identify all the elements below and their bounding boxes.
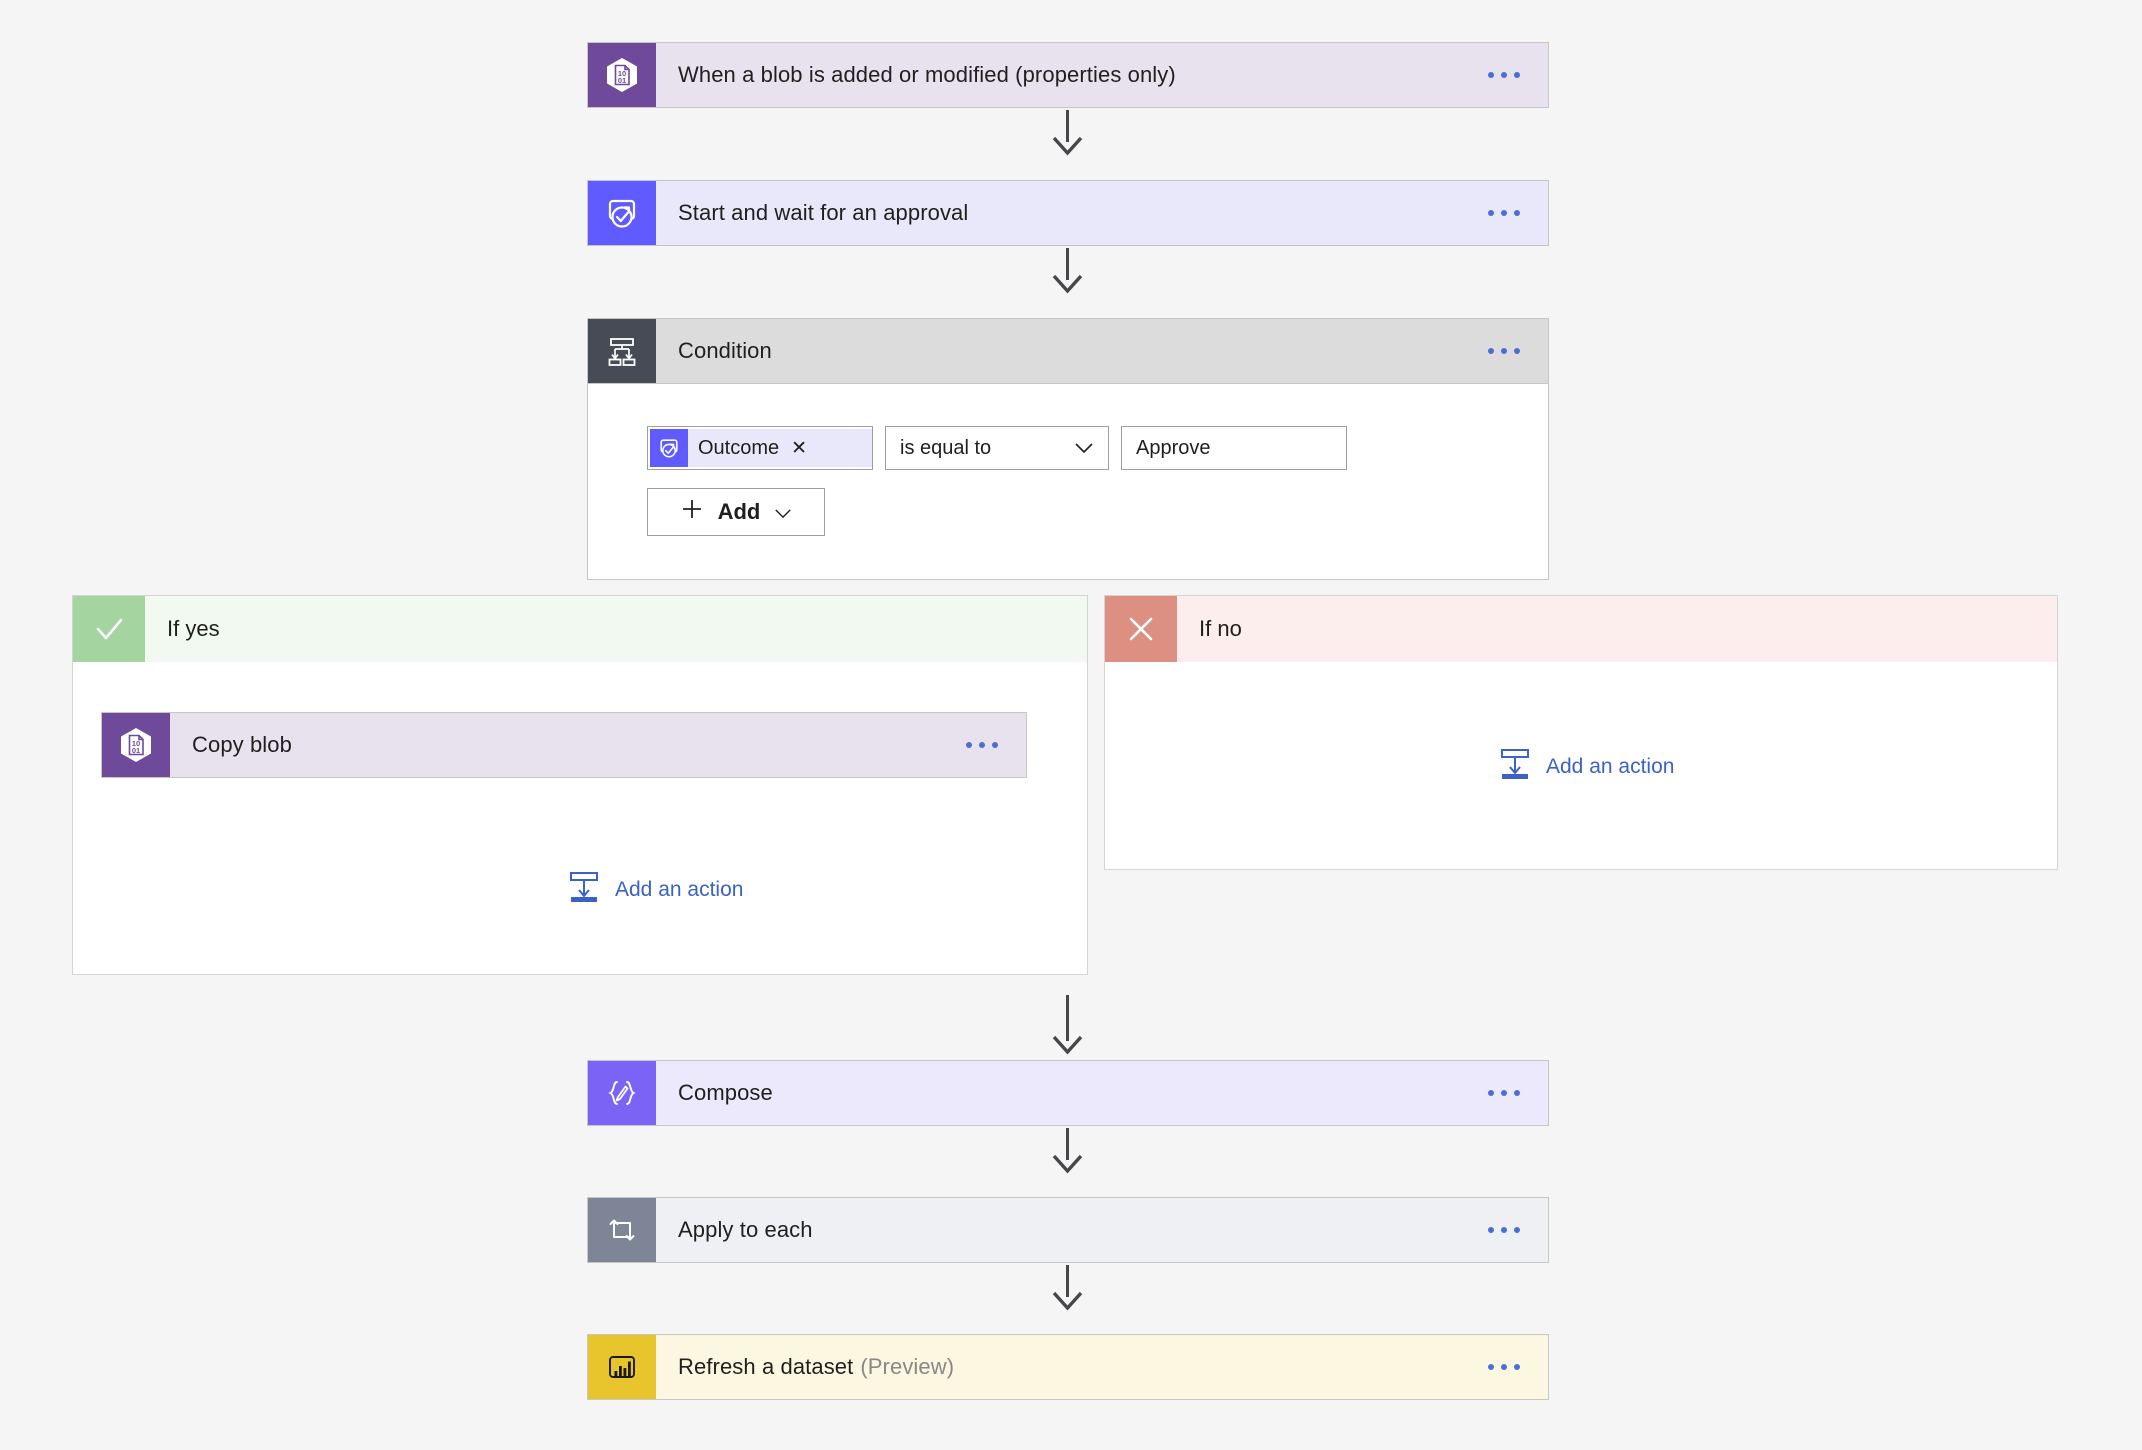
chevron-down-icon [774, 499, 792, 525]
branch-if-yes-header: If yes [73, 596, 1087, 662]
loop-icon [588, 1198, 656, 1262]
flow-node-body: Compose [656, 1061, 1548, 1125]
condition-expression-panel: Outcome ✕ is equal to Approve Add [587, 384, 1549, 580]
condition-operator-select[interactable]: is equal to [885, 426, 1109, 470]
azure-blob-icon: 10 01 [102, 713, 170, 777]
power-bi-icon [588, 1335, 656, 1399]
add-an-action-link-if-no[interactable]: Add an action [1500, 748, 1674, 786]
condition-operator-value: is equal to [900, 436, 992, 459]
approvals-icon [650, 429, 688, 467]
flow-node-body: Refresh a dataset (Preview) [656, 1335, 1548, 1399]
more-commands-button[interactable] [1488, 210, 1526, 216]
flow-node-title: Copy blob [192, 732, 292, 757]
flow-node-start-and-wait-for-an-approval[interactable]: Start and wait for an approval [587, 180, 1549, 246]
more-commands-button[interactable] [1488, 1227, 1526, 1233]
branch-if-no-label: If no [1177, 596, 2057, 662]
branch-if-no-header: If no [1105, 596, 2057, 662]
flow-node-body: Start and wait for an approval [656, 181, 1548, 245]
flow-node-body: Copy blob [170, 713, 1026, 777]
condition-add-button[interactable]: Add [647, 488, 825, 536]
connector-arrow [1051, 995, 1085, 1055]
condition-icon [588, 319, 656, 383]
add-an-action-label: Add an action [1546, 755, 1675, 778]
condition-token-outcome[interactable]: Outcome ✕ [647, 426, 873, 470]
branch-if-no: If no Add an action [1104, 595, 2058, 870]
flow-node-title: Start and wait for an approval [678, 200, 969, 225]
plus-icon [680, 497, 704, 527]
flow-node-compose[interactable]: Compose [587, 1060, 1549, 1126]
connector-arrow [1051, 1265, 1085, 1311]
condition-value-text: Approve [1136, 436, 1211, 459]
condition-value-input[interactable]: Approve [1121, 426, 1347, 470]
flow-node-body: Apply to each [656, 1198, 1548, 1262]
svg-text:01: 01 [618, 76, 626, 85]
approvals-icon [588, 181, 656, 245]
connector-arrow [1051, 1128, 1085, 1174]
branch-if-yes-label: If yes [145, 596, 1087, 662]
flow-node-when-a-blob-is-added-or-modified[interactable]: 10 01 When a blob is added or modified (… [587, 42, 1549, 108]
condition-token-body: Outcome ✕ [688, 429, 872, 467]
azure-blob-icon: 10 01 [588, 43, 656, 107]
flow-node-title: Refresh a dataset [678, 1354, 854, 1379]
add-an-action-label: Add an action [615, 878, 744, 901]
add-an-action-link-if-yes[interactable]: Add an action [569, 871, 743, 909]
chevron-down-icon [1074, 437, 1094, 460]
add-action-icon [569, 871, 599, 909]
condition-row: Outcome ✕ is equal to Approve [647, 426, 1548, 470]
more-commands-button[interactable] [1488, 1090, 1526, 1096]
compose-icon [588, 1061, 656, 1125]
branch-if-yes: If yes 10 01 Copy blob Add an action [72, 595, 1088, 975]
more-commands-button[interactable] [966, 742, 1004, 748]
preview-badge: (Preview) [860, 1354, 955, 1379]
connector-arrow [1051, 248, 1085, 294]
condition-add-label: Add [717, 499, 761, 524]
more-commands-button[interactable] [1488, 72, 1526, 78]
add-action-icon [1500, 748, 1530, 786]
svg-text:01: 01 [132, 746, 140, 755]
flow-node-apply-to-each[interactable]: Apply to each [587, 1197, 1549, 1263]
flow-node-body: Condition [656, 319, 1548, 383]
flow-designer-canvas: 10 01 When a blob is added or modified (… [0, 0, 2142, 1450]
flow-node-body: When a blob is added or modified (proper… [656, 43, 1548, 107]
close-icon[interactable]: ✕ [791, 437, 807, 460]
flow-node-title: Apply to each [678, 1217, 813, 1242]
checkmark-icon [73, 596, 145, 662]
flow-node-title: Condition [678, 338, 772, 363]
cross-icon [1105, 596, 1177, 662]
flow-node-condition[interactable]: Condition [587, 318, 1549, 384]
flow-node-title: When a blob is added or modified (proper… [678, 62, 1176, 87]
flow-node-title: Compose [678, 1080, 773, 1105]
flow-node-copy-blob[interactable]: 10 01 Copy blob [101, 712, 1027, 778]
flow-node-refresh-a-dataset[interactable]: Refresh a dataset (Preview) [587, 1334, 1549, 1400]
condition-token-label: Outcome [698, 436, 780, 459]
more-commands-button[interactable] [1488, 348, 1526, 354]
more-commands-button[interactable] [1488, 1364, 1526, 1370]
connector-arrow [1051, 110, 1085, 156]
